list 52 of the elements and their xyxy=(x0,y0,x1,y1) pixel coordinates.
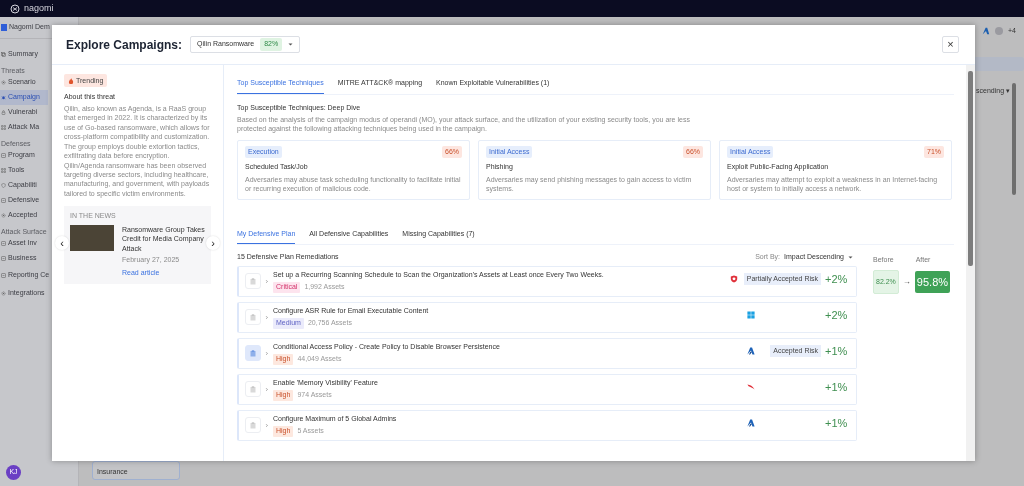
close-button[interactable]: × xyxy=(942,36,959,53)
lock-icon xyxy=(1,110,6,115)
four-squares-icon xyxy=(747,310,755,319)
square-icon xyxy=(1,153,6,158)
app-logo-text: nagomi xyxy=(24,1,54,15)
after-score: 95.8% xyxy=(914,270,951,294)
scrollbar[interactable] xyxy=(1012,83,1016,195)
square-icon xyxy=(1,256,6,261)
arrow-icon: → xyxy=(902,276,911,288)
shield-icon xyxy=(1,183,6,188)
impact-value: +2% xyxy=(825,307,847,323)
square-icon xyxy=(1,241,6,246)
square-icon xyxy=(1,272,6,278)
clipboard-icon[interactable] xyxy=(245,381,261,398)
grid-icon xyxy=(1,125,6,130)
next-button[interactable]: › xyxy=(206,236,220,251)
letter-a-icon xyxy=(747,418,755,427)
chevron-icon[interactable] xyxy=(265,278,269,284)
impact-value: +1% xyxy=(825,343,847,359)
chevron-icon[interactable] xyxy=(265,386,269,392)
filter-bar xyxy=(975,57,1024,71)
previous-button[interactable]: ‹ xyxy=(55,236,69,251)
flame-icon xyxy=(68,77,74,84)
logo-icon xyxy=(10,3,20,14)
gear-icon xyxy=(1,290,6,296)
impact-value: +1% xyxy=(825,415,847,431)
caret-icon xyxy=(848,255,853,260)
square-icon xyxy=(1,198,6,203)
clipboard-icon[interactable] xyxy=(245,345,261,362)
bird-icon xyxy=(747,382,755,391)
letter-a-icon xyxy=(982,27,990,35)
modal-title: Explore Campaigns: xyxy=(66,36,183,54)
clipboard-icon[interactable] xyxy=(245,417,261,434)
impact-value: +1% xyxy=(825,379,847,395)
caret-icon xyxy=(288,42,294,47)
clipboard-icon[interactable] xyxy=(245,309,261,326)
stacked-squares-icon xyxy=(1,52,6,57)
grid-icon xyxy=(1,168,6,173)
bug-icon xyxy=(1,95,6,100)
gear-icon xyxy=(1,80,6,85)
org-logo xyxy=(1,24,7,31)
shield-icon xyxy=(730,274,739,283)
scrollbar[interactable] xyxy=(966,65,975,461)
clipboard-icon[interactable] xyxy=(245,273,261,290)
chevron-icon[interactable] xyxy=(265,350,269,356)
chevron-icon[interactable] xyxy=(265,314,269,320)
chevron-icon[interactable] xyxy=(265,422,269,428)
letter-a-icon xyxy=(747,346,755,355)
user-avatar[interactable] xyxy=(995,27,1003,35)
impact-value: +2% xyxy=(825,271,847,287)
photo-placeholder xyxy=(70,224,114,251)
gear-icon xyxy=(1,213,6,218)
